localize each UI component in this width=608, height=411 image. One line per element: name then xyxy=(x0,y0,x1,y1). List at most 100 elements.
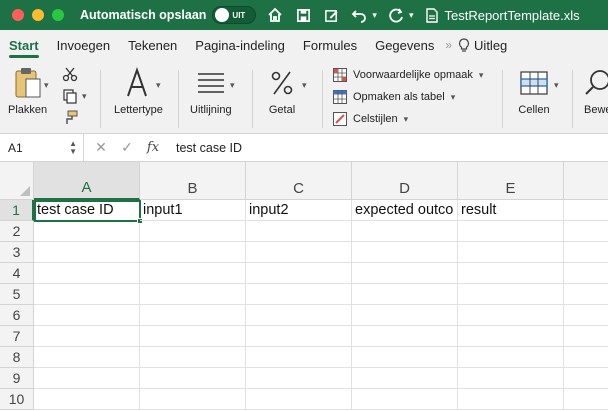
grid-cell[interactable] xyxy=(564,200,608,221)
grid-cell[interactable] xyxy=(564,284,608,305)
column-header[interactable]: A xyxy=(34,162,140,200)
grid-cell[interactable] xyxy=(458,242,564,263)
grid-cell[interactable] xyxy=(564,347,608,368)
grid-cell[interactable] xyxy=(34,242,140,263)
cell-a1[interactable]: test case ID xyxy=(34,200,141,222)
name-box[interactable]: A1 ▲ ▼ xyxy=(0,133,84,162)
grid-cell[interactable] xyxy=(352,284,458,305)
grid-cell[interactable] xyxy=(352,347,458,368)
grid-cell[interactable] xyxy=(34,347,140,368)
cell-e1[interactable]: result xyxy=(458,200,564,221)
cell-c1[interactable]: input2 xyxy=(246,200,352,221)
format-as-table-button[interactable]: Opmaken als tabel ▾ xyxy=(333,90,455,104)
paste-dropdown-icon[interactable]: ▾ xyxy=(44,80,49,91)
grid-cell[interactable] xyxy=(140,347,246,368)
cell-d1[interactable]: expected outco xyxy=(352,200,458,221)
tab-tekenen[interactable]: Tekenen xyxy=(119,30,186,60)
row-header[interactable]: 4 xyxy=(0,263,34,284)
edit-icon[interactable] xyxy=(322,6,340,24)
row-header[interactable]: 7 xyxy=(0,326,34,347)
confirm-icon[interactable]: ✓ xyxy=(114,139,140,156)
tab-invoegen[interactable]: Invoegen xyxy=(48,30,120,60)
name-box-stepper-icon[interactable]: ▲ ▼ xyxy=(69,139,77,156)
font-button[interactable]: Lettertype xyxy=(114,66,163,116)
format-painter-icon[interactable] xyxy=(62,110,78,131)
grid-cell[interactable] xyxy=(246,284,352,305)
editing-button[interactable]: Bewe xyxy=(584,66,608,116)
column-header[interactable]: B xyxy=(140,162,246,200)
grid-cell[interactable] xyxy=(246,326,352,347)
grid-cell[interactable] xyxy=(140,368,246,389)
grid-cell[interactable] xyxy=(458,284,564,305)
grid-cell[interactable] xyxy=(352,368,458,389)
grid-cell[interactable] xyxy=(140,221,246,242)
grid-cell[interactable] xyxy=(140,305,246,326)
row-header[interactable]: 9 xyxy=(0,368,34,389)
row-header[interactable]: 3 xyxy=(0,242,34,263)
grid-cell[interactable] xyxy=(246,221,352,242)
grid-cell[interactable] xyxy=(458,305,564,326)
grid-cell[interactable] xyxy=(564,221,608,242)
grid-cell[interactable] xyxy=(352,326,458,347)
grid-cell[interactable] xyxy=(458,347,564,368)
tab-formules[interactable]: Formules xyxy=(294,30,366,60)
paste-button[interactable]: Plakken xyxy=(8,66,47,116)
row-header[interactable]: 10 xyxy=(0,389,34,410)
grid-cell[interactable] xyxy=(34,305,140,326)
close-window-button[interactable] xyxy=(12,9,24,21)
grid-cell[interactable] xyxy=(246,347,352,368)
cancel-icon[interactable]: ✕ xyxy=(88,139,114,156)
autosave-toggle[interactable]: UIT xyxy=(212,6,257,24)
tab-start[interactable]: Start xyxy=(0,30,48,60)
grid-cell[interactable] xyxy=(458,389,564,410)
redo-dropdown-icon[interactable]: ▾ xyxy=(409,10,414,21)
grid-cell[interactable] xyxy=(246,305,352,326)
row-header[interactable]: 8 xyxy=(0,347,34,368)
grid-cell[interactable] xyxy=(246,389,352,410)
home-icon[interactable] xyxy=(266,6,284,24)
tab-gegevens[interactable]: Gegevens xyxy=(366,30,443,60)
grid-cell[interactable] xyxy=(458,221,564,242)
grid-cell[interactable] xyxy=(352,263,458,284)
number-dropdown-icon[interactable]: ▾ xyxy=(302,80,307,91)
grid-cell[interactable] xyxy=(564,242,608,263)
grid-cell[interactable] xyxy=(34,368,140,389)
grid-cell[interactable] xyxy=(564,389,608,410)
grid-cell[interactable] xyxy=(564,368,608,389)
grid-cell[interactable] xyxy=(140,284,246,305)
number-button[interactable]: Getal xyxy=(268,66,296,116)
grid-cell[interactable] xyxy=(246,263,352,284)
formula-input[interactable]: test case ID xyxy=(176,141,242,155)
minimize-window-button[interactable] xyxy=(32,9,44,21)
grid-cell[interactable] xyxy=(352,305,458,326)
grid-cell[interactable] xyxy=(564,305,608,326)
cell-styles-button[interactable]: Celstijlen ▾ xyxy=(333,112,408,126)
row-header[interactable]: 6 xyxy=(0,305,34,326)
grid-cell[interactable] xyxy=(140,326,246,347)
grid-cell[interactable] xyxy=(352,242,458,263)
alignment-button[interactable]: Uitlijning xyxy=(190,66,232,116)
grid-cell[interactable] xyxy=(140,242,246,263)
alignment-dropdown-icon[interactable]: ▾ xyxy=(230,80,235,91)
grid-cell[interactable] xyxy=(34,326,140,347)
cell-b1[interactable]: input1 xyxy=(140,200,246,221)
grid-cell[interactable] xyxy=(458,263,564,284)
grid-cell[interactable] xyxy=(458,326,564,347)
column-header[interactable] xyxy=(564,162,608,200)
grid-cell[interactable] xyxy=(458,368,564,389)
row-header[interactable]: 5 xyxy=(0,284,34,305)
cells-dropdown-icon[interactable]: ▾ xyxy=(554,80,559,91)
grid-cell[interactable] xyxy=(564,263,608,284)
tab-pagina-indeling[interactable]: Pagina-indeling xyxy=(186,30,294,60)
grid-cell[interactable] xyxy=(352,221,458,242)
column-header[interactable]: D xyxy=(352,162,458,200)
grid-cell[interactable] xyxy=(246,368,352,389)
grid-cell[interactable] xyxy=(34,263,140,284)
grid-cell[interactable] xyxy=(34,221,140,242)
grid-cell[interactable] xyxy=(352,389,458,410)
conditional-formatting-button[interactable]: Voorwaardelijke opmaak ▾ xyxy=(333,68,483,82)
tell-me[interactable]: Uitleg xyxy=(456,30,516,60)
save-icon[interactable] xyxy=(294,6,312,24)
copy-icon[interactable] xyxy=(62,88,78,109)
grid-cell[interactable] xyxy=(34,284,140,305)
